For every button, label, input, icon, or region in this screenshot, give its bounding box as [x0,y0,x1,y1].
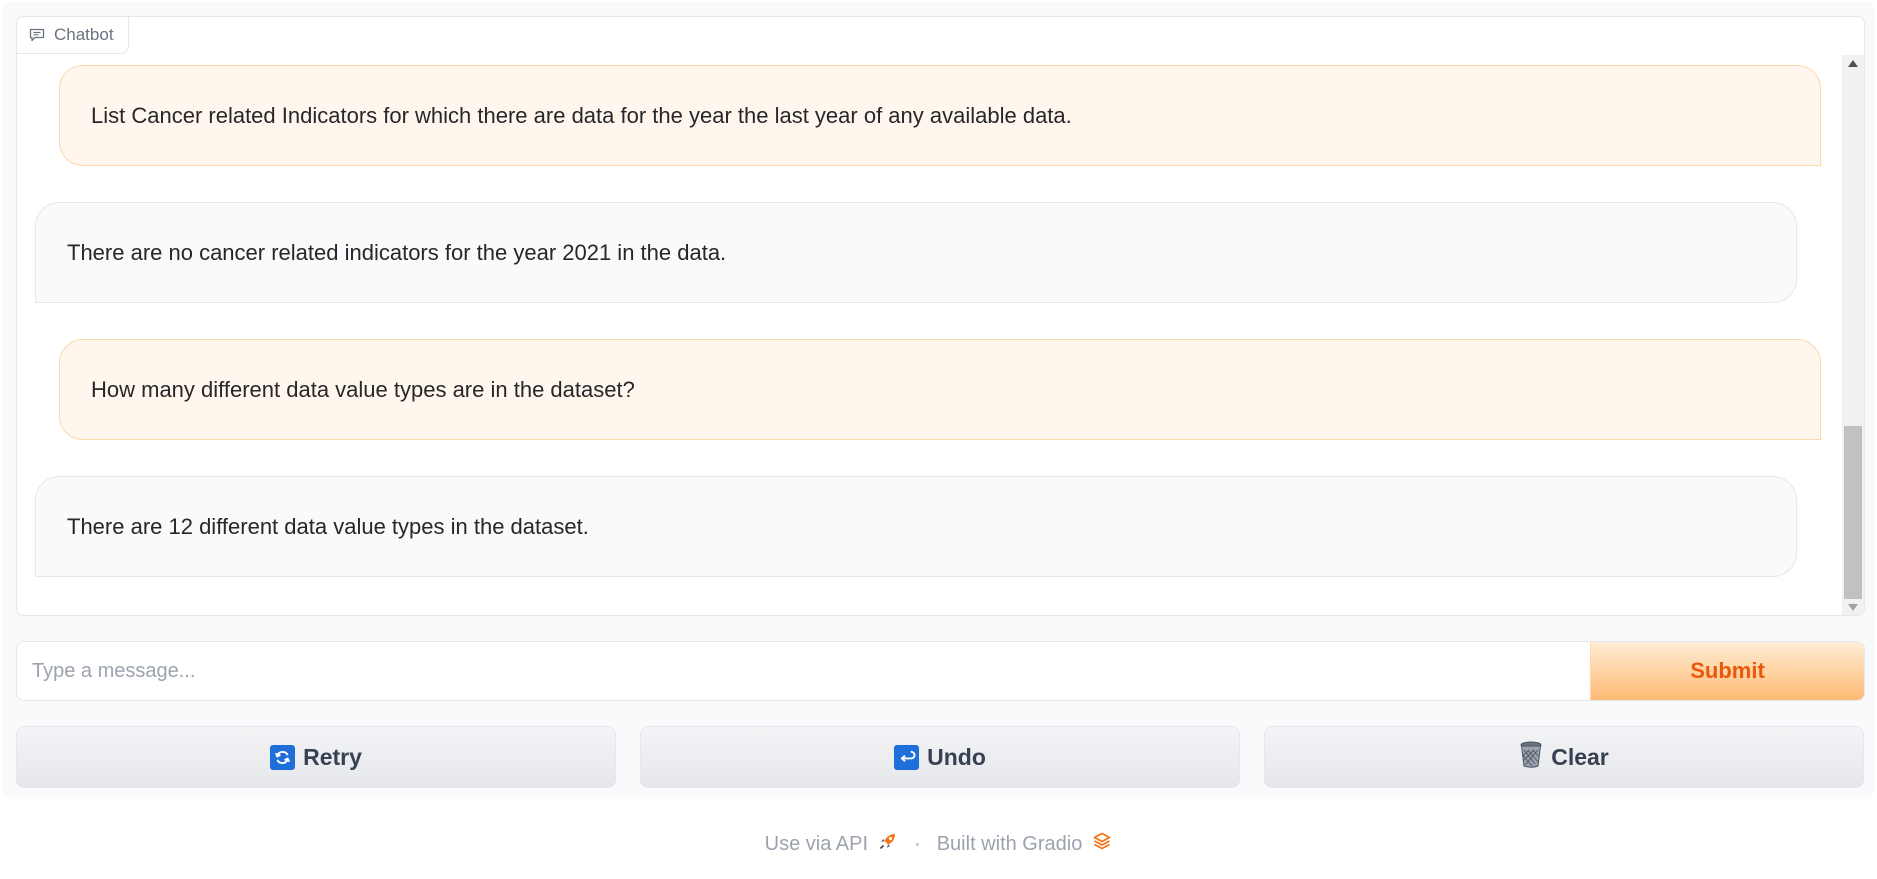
message-input[interactable] [17,642,1590,700]
use-via-api-link[interactable]: Use via API [765,831,898,857]
leftwards-arrow-with-hook-icon [894,744,920,770]
gradio-logo-icon [1092,831,1112,857]
message-list[interactable]: List Cancer related Indicators for which… [17,17,1839,615]
message-input-row: Submit [16,641,1865,701]
chatbot-block: Chatbot List Cancer related Indicators f… [16,16,1865,616]
scroll-down-arrow-icon[interactable] [1842,599,1864,615]
user-message: List Cancer related Indicators for which… [59,65,1821,166]
clear-label: Clear [1551,743,1609,770]
rocket-icon [878,831,898,857]
built-with-gradio-link[interactable]: Built with Gradio [937,831,1113,857]
chat-scrollbar[interactable] [1842,55,1864,615]
message-text: There are no cancer related indicators f… [67,239,727,265]
scrollbar-thumb[interactable] [1844,426,1862,599]
user-message: How many different data value types are … [59,339,1821,440]
message-text: There are 12 different data value types … [67,513,589,539]
chatbot-label-text: Chatbot [54,25,114,44]
message-text: How many different data value types are … [91,376,635,402]
retry-label: Retry [303,743,362,770]
bot-message: There are no cancer related indicators f… [35,202,1797,303]
built-with-gradio-label: Built with Gradio [936,832,1083,855]
clear-button[interactable]: Clear [1264,726,1864,788]
use-via-api-label: Use via API [764,832,869,855]
footer-separator: · [914,832,921,855]
chat-bubble-icon [29,28,45,42]
undo-label: Undo [927,743,986,770]
message-text: List Cancer related Indicators for which… [91,102,1072,128]
undo-button[interactable]: Undo [640,726,1240,788]
app-panel: Chatbot List Cancer related Indicators f… [2,2,1875,797]
submit-button[interactable]: Submit [1590,642,1864,700]
footer: Use via API · Built with Gradio [0,826,1877,862]
scroll-up-arrow-icon[interactable] [1842,55,1864,72]
wastebasket-icon [1519,741,1543,774]
arrows-counterclockwise-icon [270,744,296,770]
retry-button[interactable]: Retry [16,726,616,788]
bot-message: There are 12 different data value types … [35,476,1797,577]
chatbot-label: Chatbot [17,17,129,54]
